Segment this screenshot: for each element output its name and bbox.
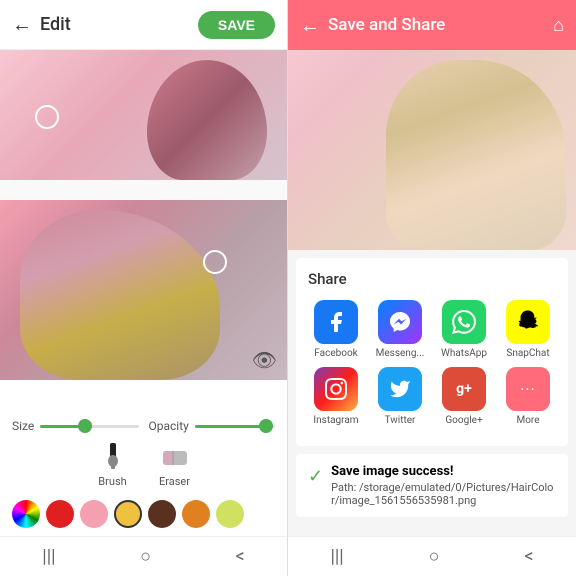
left-header: ← Edit SAVE xyxy=(0,0,287,50)
brush-cursor-top xyxy=(35,105,59,129)
preview-hair xyxy=(386,60,566,250)
brush-label: Brush xyxy=(98,475,126,488)
eraser-tool[interactable]: Eraser xyxy=(159,441,191,488)
left-panel: ← Edit SAVE 👁 Size Opaci xyxy=(0,0,288,576)
brush-icon xyxy=(97,441,129,473)
messenger-label: Messeng... xyxy=(376,348,425,359)
image-top xyxy=(0,50,287,180)
right-header-left: ← Save and Share xyxy=(300,13,445,38)
messenger-icon xyxy=(378,300,422,344)
twitter-icon xyxy=(378,367,422,411)
back-arrow-icon[interactable]: ← xyxy=(12,12,32,37)
brush-eraser-row: Brush Eraser xyxy=(12,441,275,488)
right-title: Save and Share xyxy=(328,15,445,35)
hair-top-silhouette xyxy=(147,60,267,180)
more-label: More xyxy=(516,415,539,426)
share-facebook[interactable]: Facebook xyxy=(308,300,364,359)
yellow-green-color-swatch[interactable] xyxy=(216,500,244,528)
image-bottom: 👁 xyxy=(0,200,287,380)
nav-home-left[interactable]: ○ xyxy=(124,542,167,571)
share-twitter[interactable]: Twitter xyxy=(372,367,428,426)
orange-color-swatch[interactable] xyxy=(182,500,210,528)
share-grid: Facebook Messeng... WhatsApp SnapChat xyxy=(308,300,556,426)
colors-row xyxy=(12,496,275,532)
right-bottom-nav: ||| ○ < xyxy=(288,536,576,576)
opacity-slider-group: Opacity xyxy=(149,419,276,433)
home-icon[interactable]: ⌂ xyxy=(553,15,564,36)
success-title: Save image success! xyxy=(331,464,556,479)
size-slider-thumb[interactable] xyxy=(78,419,92,433)
rainbow-color-swatch[interactable] xyxy=(12,500,40,528)
snapchat-icon xyxy=(506,300,550,344)
nav-menu-left[interactable]: ||| xyxy=(26,542,71,571)
share-messenger[interactable]: Messeng... xyxy=(372,300,428,359)
share-instagram[interactable]: Instagram xyxy=(308,367,364,426)
share-whatsapp[interactable]: WhatsApp xyxy=(436,300,492,359)
facebook-label: Facebook xyxy=(314,348,357,359)
whatsapp-label: WhatsApp xyxy=(441,348,487,359)
pink-color-swatch[interactable] xyxy=(80,500,108,528)
eye-icon-area: 👁 xyxy=(252,348,277,372)
save-button[interactable]: SAVE xyxy=(198,11,275,39)
share-title: Share xyxy=(308,270,556,288)
opacity-label: Opacity xyxy=(149,419,189,433)
nav-back-right[interactable]: < xyxy=(508,542,549,571)
instagram-icon xyxy=(314,367,358,411)
facebook-icon xyxy=(314,300,358,344)
brush-tool[interactable]: Brush xyxy=(97,441,129,488)
left-bottom-nav: ||| ○ < xyxy=(0,536,287,576)
twitter-label: Twitter xyxy=(385,415,416,426)
opacity-slider-track[interactable] xyxy=(195,425,275,428)
nav-menu-right[interactable]: ||| xyxy=(314,542,359,571)
more-icon: ··· xyxy=(506,367,550,411)
share-more[interactable]: ··· More xyxy=(500,367,556,426)
success-banner: ✓ Save image success! Path: /storage/emu… xyxy=(296,454,568,517)
hair-bottom-silhouette xyxy=(20,210,220,380)
whatsapp-icon xyxy=(442,300,486,344)
selected-color-swatch[interactable] xyxy=(114,500,142,528)
size-label: Size xyxy=(12,419,34,433)
nav-home-right[interactable]: ○ xyxy=(413,542,456,571)
sliders-row: Size Opacity xyxy=(12,419,275,433)
instagram-label: Instagram xyxy=(313,415,358,426)
eraser-icon xyxy=(159,441,191,473)
googleplus-icon: g+ xyxy=(442,367,486,411)
share-snapchat[interactable]: SnapChat xyxy=(500,300,556,359)
share-section: Share Facebook Messeng... WhatsApp xyxy=(296,258,568,446)
googleplus-label: Google+ xyxy=(445,415,482,426)
right-back-arrow-icon[interactable]: ← xyxy=(300,13,320,38)
eraser-label: Eraser xyxy=(159,475,190,488)
red-color-swatch[interactable] xyxy=(46,500,74,528)
brown-color-swatch[interactable] xyxy=(148,500,176,528)
tools-area: Size Opacity Brush xyxy=(0,411,287,536)
edit-title: Edit xyxy=(40,14,71,35)
check-icon: ✓ xyxy=(308,466,323,487)
snapchat-label: SnapChat xyxy=(506,348,549,359)
right-panel: ← Save and Share ⌂ Share Facebook Messen… xyxy=(288,0,576,576)
right-header: ← Save and Share ⌂ xyxy=(288,0,576,50)
success-path: Path: /storage/emulated/0/Pictures/HairC… xyxy=(331,481,556,507)
left-header-left: ← Edit xyxy=(12,12,71,37)
opacity-slider-thumb[interactable] xyxy=(259,419,273,433)
nav-back-left[interactable]: < xyxy=(220,542,261,571)
size-slider-track[interactable] xyxy=(40,425,138,428)
preview-image xyxy=(288,50,576,250)
success-content: Save image success! Path: /storage/emula… xyxy=(331,464,556,507)
brush-cursor-bottom xyxy=(203,250,227,274)
eye-icon[interactable]: 👁 xyxy=(252,348,277,372)
share-googleplus[interactable]: g+ Google+ xyxy=(436,367,492,426)
gap-area xyxy=(0,180,287,200)
canvas-area: 👁 xyxy=(0,50,287,411)
size-slider-group: Size xyxy=(12,419,139,433)
